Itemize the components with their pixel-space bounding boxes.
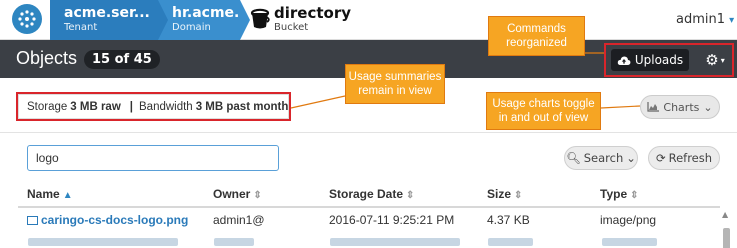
callout-connectors (290, 52, 641, 109)
callout-usage: Usage summaries remain in view (345, 64, 445, 104)
callout-charts: Usage charts toggle in and out of view (486, 92, 601, 130)
callout-commands: Commands reorganized (488, 16, 585, 56)
